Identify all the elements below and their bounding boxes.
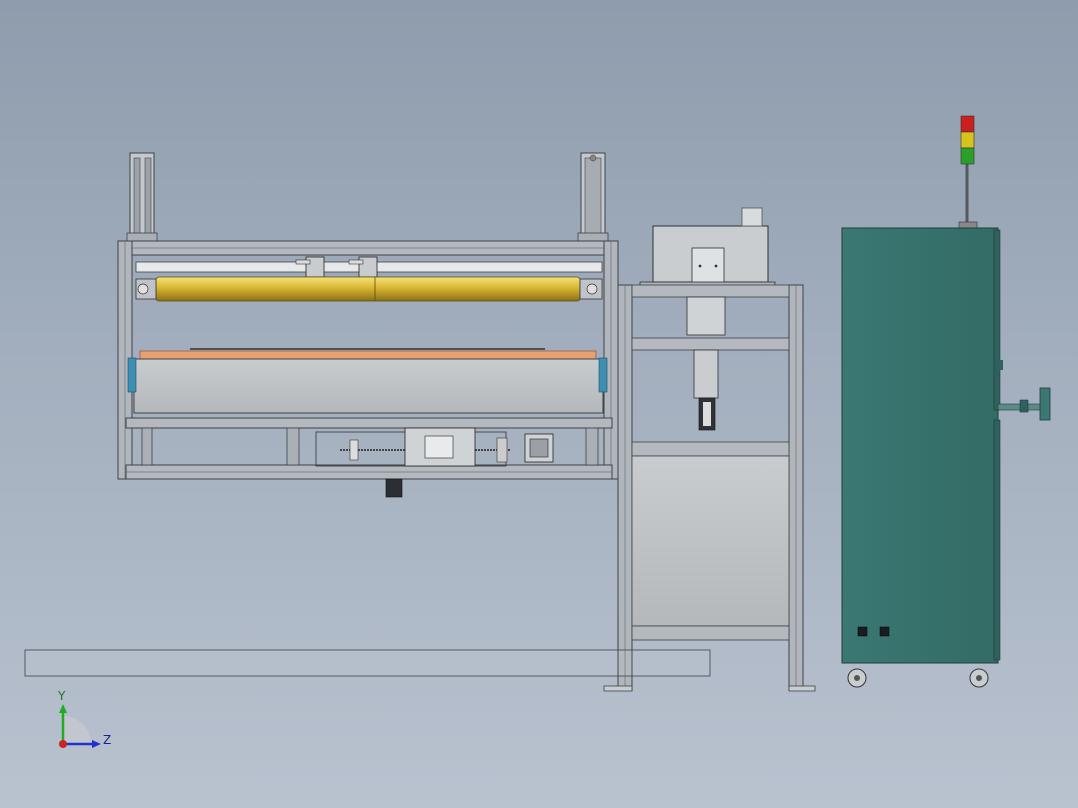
laminating-machine[interactable] bbox=[117, 152, 619, 498]
press-ram bbox=[686, 296, 726, 336]
roller-bearing-right bbox=[579, 278, 603, 300]
motor-below bbox=[385, 478, 403, 498]
z-axis-label: Z bbox=[103, 733, 111, 747]
floor-plane-outline bbox=[24, 649, 711, 677]
cad-viewport[interactable]: Y Z bbox=[0, 0, 1078, 808]
caster-wheel-left bbox=[847, 668, 867, 688]
axis-triad: Y Z bbox=[57, 689, 111, 748]
signal-tower-light[interactable] bbox=[958, 115, 978, 229]
laminating-roller bbox=[155, 276, 581, 302]
mid-beam bbox=[125, 417, 613, 429]
film-sheet bbox=[139, 350, 597, 360]
left-air-cylinder bbox=[126, 152, 158, 242]
stand-lower-panel bbox=[631, 455, 790, 627]
press-station-stand[interactable] bbox=[603, 207, 816, 692]
roller-bearing-left bbox=[135, 278, 157, 300]
work-table bbox=[133, 358, 604, 414]
exhaust-port bbox=[741, 207, 763, 227]
ball-screw-drive bbox=[315, 427, 510, 467]
cabinet-switch-1[interactable] bbox=[857, 626, 868, 637]
caster-wheel-right bbox=[969, 668, 989, 688]
cabinet-body bbox=[841, 227, 999, 664]
right-air-cylinder bbox=[577, 152, 609, 242]
cabinet-side-arm bbox=[997, 387, 1051, 421]
y-axis-label: Y bbox=[57, 689, 66, 703]
cabinet-switch-2[interactable] bbox=[879, 626, 890, 637]
control-cabinet[interactable] bbox=[841, 115, 1051, 688]
servo-motor bbox=[524, 433, 554, 463]
